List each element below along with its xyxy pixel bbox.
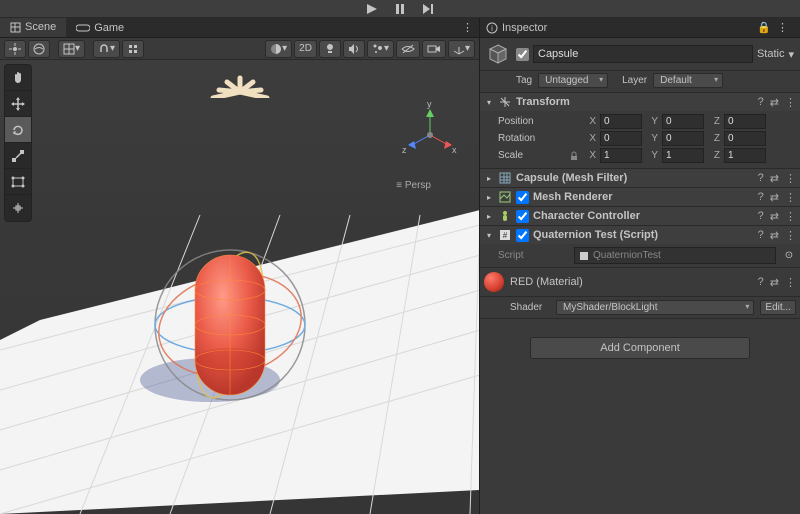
mesh-renderer-icon [498,190,512,204]
rotation-label: Rotation [484,133,564,144]
object-name-field[interactable] [533,45,753,63]
play-button[interactable] [364,2,380,16]
help-icon[interactable]: ? [758,96,764,109]
quaternion-test-header[interactable]: ▾ # Quaternion Test (Script) ?⇄⋮ [480,226,800,244]
snap-button[interactable]: ▾ [93,40,120,58]
camera-button[interactable] [422,40,446,58]
loading-rays-icon [205,62,275,98]
script-file-icon [579,251,589,261]
hidden-button[interactable] [396,40,420,58]
gameobject-icon[interactable] [486,42,510,66]
scale-tool[interactable] [5,143,31,169]
scene-viewport[interactable]: x y z ≡ Persp [0,60,479,514]
playback-controls [0,0,800,18]
rotation-y[interactable] [662,131,704,146]
rect-tool[interactable] [5,169,31,195]
quaternion-test-checkbox[interactable] [516,229,529,242]
scale-z[interactable] [724,148,766,163]
tool-palette [4,64,32,222]
fx-button[interactable]: ▾ [367,40,394,58]
tab-menu-icon[interactable]: ⋮ [456,21,479,34]
scale-label: Scale [484,150,564,161]
svg-text:#: # [503,231,508,240]
script-label: Script [498,250,568,261]
scale-x[interactable] [600,148,642,163]
mesh-renderer-checkbox[interactable] [516,191,529,204]
pause-button[interactable] [392,2,408,16]
script-field: QuaternionTest [574,247,776,264]
inspector-header: i Inspector 🔒 ⋮ [480,18,800,38]
move-tool[interactable] [5,91,31,117]
edit-shader-button[interactable]: Edit... [760,300,796,315]
tag-label: Tag [516,75,532,86]
preset-icon[interactable]: ⇄ [770,96,779,109]
object-active-checkbox[interactable] [516,48,529,61]
object-header: Static ▾ [480,38,800,71]
position-y[interactable] [662,114,704,129]
tab-scene-label: Scene [25,21,56,33]
mesh-filter-icon [498,171,512,185]
transform-component: ▾ Transform ?⇄⋮ Position X Y Z Rotation [480,93,800,169]
tag-dropdown[interactable]: Untagged [538,73,608,88]
scale-y[interactable] [662,148,704,163]
menu-icon[interactable]: ⋮ [785,96,796,109]
step-button[interactable] [420,2,436,16]
material-preview-icon [484,272,504,292]
character-controller-icon [498,209,512,223]
svg-text:i: i [491,24,493,33]
audio-button[interactable] [343,40,365,58]
tab-scene[interactable]: Scene [0,18,66,37]
lock-icon[interactable]: 🔒 [757,21,771,34]
tab-game-label: Game [94,22,124,34]
scene-icon [10,22,21,33]
local-button[interactable] [28,40,50,58]
add-component-button[interactable]: Add Component [530,337,750,359]
layer-label: Layer [622,75,647,86]
grid-button[interactable]: ▾ [58,40,85,58]
rotation-z[interactable] [724,131,766,146]
tab-game[interactable]: Game [66,18,134,37]
transform-tool[interactable] [5,195,31,221]
svg-text:x: x [452,145,457,155]
position-label: Position [484,116,564,127]
material-header[interactable]: RED (Material) ?⇄⋮ [480,268,800,297]
game-icon [76,23,90,33]
transform-icon [498,95,512,109]
increment-button[interactable] [122,40,144,58]
transform-header[interactable]: ▾ Transform ?⇄⋮ [480,93,800,111]
gizmos-button[interactable]: ▾ [448,40,475,58]
mesh-filter-header[interactable]: ▸ Capsule (Mesh Filter) ?⇄⋮ [480,169,800,187]
inspector-icon: i [486,22,498,34]
svg-text:y: y [427,99,432,109]
script-icon: # [498,228,512,242]
quaternion-test-component: ▾ # Quaternion Test (Script) ?⇄⋮ Script … [480,226,800,268]
hand-tool[interactable] [5,65,31,91]
rotation-x[interactable] [600,131,642,146]
character-controller-header[interactable]: ▸ Character Controller ?⇄⋮ [480,207,800,225]
shader-label: Shader [510,302,550,313]
svg-text:z: z [402,145,407,155]
scene-tabs: Scene Game ⋮ [0,18,479,38]
pivot-button[interactable] [4,40,26,58]
position-z[interactable] [724,114,766,129]
mesh-renderer-header[interactable]: ▸ Mesh Renderer ?⇄⋮ [480,188,800,206]
layer-dropdown[interactable]: Default [653,73,723,88]
position-x[interactable] [600,114,642,129]
shading-button[interactable]: ▾ [265,40,292,58]
rotate-tool[interactable] [5,117,31,143]
inspector-menu-icon[interactable]: ⋮ [771,21,794,34]
shader-dropdown[interactable]: MyShader/BlockLight [556,300,754,315]
2d-button[interactable]: 2D [294,40,317,58]
inspector-title: Inspector [502,22,547,34]
lighting-button[interactable] [319,40,341,58]
scale-lock-icon[interactable] [568,151,580,161]
object-picker-icon[interactable]: ⊙ [782,250,796,261]
projection-label[interactable]: ≡ Persp [396,180,431,191]
scene-toolbar: ▾ ▾ ▾ 2D ▾ ▾ [0,38,479,60]
static-toggle[interactable]: Static ▾ [757,48,794,61]
character-controller-checkbox[interactable] [516,210,529,223]
